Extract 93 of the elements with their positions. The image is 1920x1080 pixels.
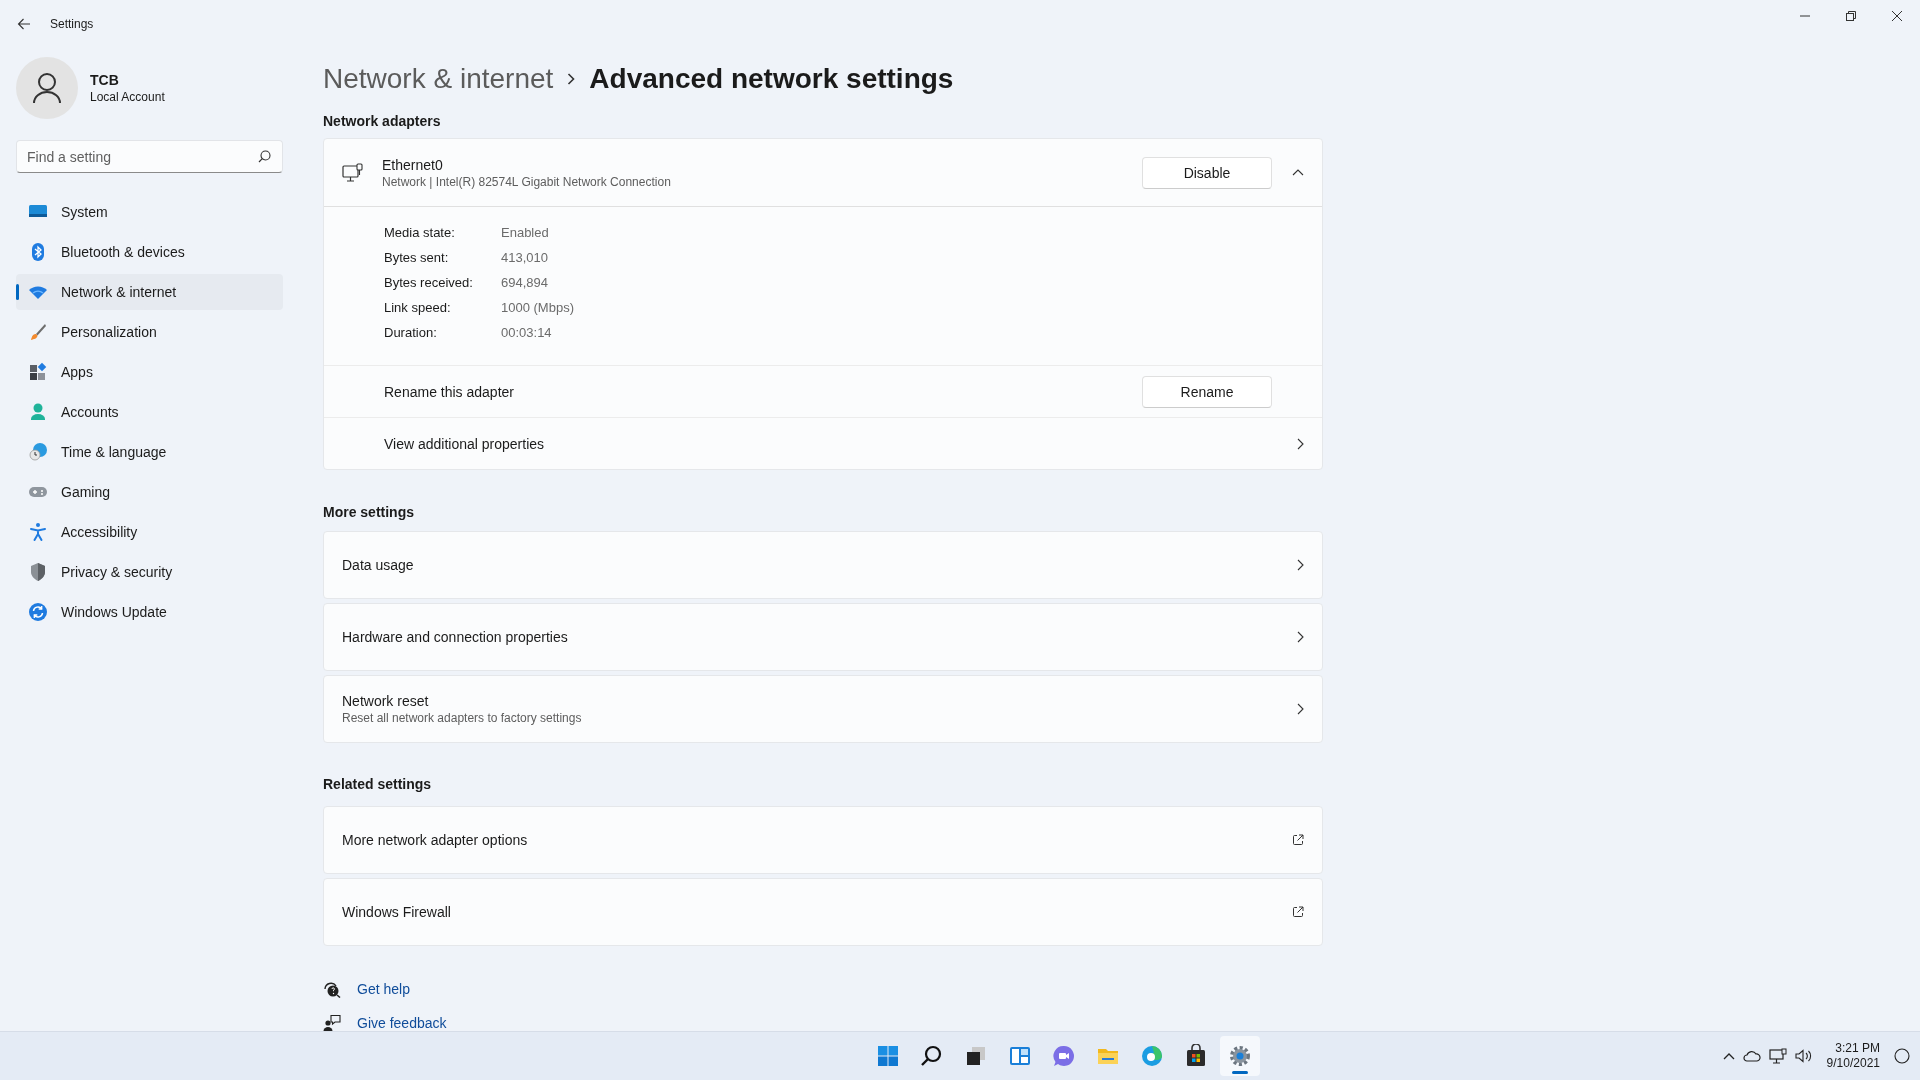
chevron-right-icon bbox=[567, 73, 576, 85]
property-value: 1000 (Mbps) bbox=[501, 300, 574, 315]
store-bag-icon bbox=[1184, 1044, 1208, 1068]
paintbrush-icon bbox=[28, 322, 48, 342]
clock[interactable]: 3:21 PM 9/10/2021 bbox=[1826, 1041, 1880, 1071]
active-indicator bbox=[1232, 1071, 1248, 1074]
network-monitor-icon bbox=[1768, 1048, 1787, 1064]
nav-item[interactable]: Accessibility bbox=[16, 514, 283, 550]
help-link[interactable]: Get help bbox=[357, 981, 410, 997]
person-icon bbox=[28, 402, 48, 422]
nav-item[interactable]: System bbox=[16, 194, 283, 230]
search-icon bbox=[258, 150, 271, 163]
property-value: 694,894 bbox=[501, 275, 548, 290]
nav-item[interactable]: Windows Update bbox=[16, 594, 283, 630]
property-value: 413,010 bbox=[501, 250, 548, 265]
search-field[interactable]: Find a setting bbox=[16, 140, 283, 173]
properties-link-row[interactable]: View additional properties bbox=[324, 417, 1322, 469]
person-icon bbox=[32, 72, 62, 104]
setting-card[interactable]: Data usage bbox=[323, 531, 1323, 599]
nav-item[interactable]: Bluetooth & devices bbox=[16, 234, 283, 270]
accessibility-icon bbox=[28, 522, 48, 542]
notification-moon-button[interactable] bbox=[1894, 1048, 1910, 1064]
feedback-icon bbox=[323, 1014, 341, 1032]
help-headset-icon bbox=[323, 980, 341, 998]
search-icon bbox=[920, 1044, 944, 1068]
nav-item[interactable]: Privacy & security bbox=[16, 554, 283, 590]
setting-title: Hardware and connection properties bbox=[342, 629, 569, 645]
sync-icon bbox=[28, 602, 48, 622]
shield-icon bbox=[28, 562, 48, 582]
speaker-icon bbox=[1794, 1049, 1813, 1063]
setting-card[interactable]: Windows Firewall bbox=[323, 878, 1323, 946]
task-view-icon bbox=[964, 1044, 988, 1068]
section-heading: More settings bbox=[323, 503, 415, 522]
property-label: Duration: bbox=[384, 325, 437, 340]
rename-button[interactable]: Rename bbox=[1142, 375, 1272, 408]
property-value: Enabled bbox=[501, 225, 549, 240]
chat-video-icon bbox=[1052, 1044, 1076, 1068]
property-label: Link speed: bbox=[384, 300, 451, 315]
setting-card[interactable]: Network reset Reset all network adapters to factory settings bbox=[323, 675, 1323, 743]
close-icon bbox=[1892, 11, 1902, 21]
restore-icon bbox=[1846, 11, 1856, 21]
chevron-up-icon bbox=[1722, 1052, 1735, 1060]
clock-globe-icon bbox=[28, 442, 48, 462]
ethernet-monitor-icon bbox=[342, 162, 364, 183]
notification-moon-icon bbox=[1894, 1048, 1910, 1064]
setting-title: Windows Firewall bbox=[342, 904, 452, 920]
property-label: Bytes sent: bbox=[384, 250, 449, 265]
cloud-icon bbox=[1742, 1049, 1761, 1063]
nav-item[interactable]: Time & language bbox=[16, 434, 283, 470]
rename-label: Rename this adapter bbox=[384, 383, 515, 400]
selection-indicator bbox=[16, 284, 19, 300]
setting-description: Reset all network adapters to factory settings bbox=[342, 711, 583, 725]
gear-icon bbox=[1228, 1044, 1252, 1068]
widgets-icon bbox=[1008, 1044, 1032, 1068]
chevron-up-button[interactable] bbox=[1722, 1052, 1735, 1060]
adapter-name: Ethernet0 bbox=[382, 156, 444, 173]
chevron-up-icon bbox=[1292, 169, 1304, 176]
nav-item[interactable]: Personalization bbox=[16, 314, 283, 350]
back-arrow-icon bbox=[17, 18, 31, 30]
nav-item[interactable]: Accounts bbox=[16, 394, 283, 430]
chevron-right-icon bbox=[1297, 703, 1304, 715]
chevron-right-icon bbox=[1297, 437, 1304, 450]
external-link-icon bbox=[1292, 834, 1304, 846]
property-value: 00:03:14 bbox=[501, 325, 552, 340]
apps-icon bbox=[28, 362, 48, 382]
account-name: TCB bbox=[90, 72, 120, 88]
browser-icon bbox=[1140, 1044, 1164, 1068]
adapter-description: Network | Intel(R) 82574L Gigabit Network Connection bbox=[382, 174, 672, 189]
page-title: Advanced network settings bbox=[589, 63, 954, 95]
nav-item[interactable]: Apps bbox=[16, 354, 283, 390]
nav-item[interactable]: Gaming bbox=[16, 474, 283, 510]
setting-card[interactable]: Hardware and connection properties bbox=[323, 603, 1323, 671]
disable-button[interactable]: Disable bbox=[1142, 156, 1272, 189]
setting-title: Network reset bbox=[342, 693, 430, 709]
chevron-right-icon bbox=[1297, 559, 1304, 571]
help-link[interactable]: Give feedback bbox=[357, 1015, 447, 1031]
cloud-button[interactable] bbox=[1742, 1049, 1761, 1063]
setting-title: More network adapter options bbox=[342, 832, 529, 848]
section-heading: Related settings bbox=[323, 775, 433, 794]
external-link-icon bbox=[1292, 906, 1304, 918]
account-type: Local Account bbox=[90, 90, 165, 104]
section-heading: Network adapters bbox=[323, 112, 442, 131]
property-label: Bytes received: bbox=[384, 275, 473, 290]
property-label: Media state: bbox=[384, 225, 455, 240]
setting-title: Data usage bbox=[342, 557, 415, 573]
network-monitor-button[interactable] bbox=[1768, 1048, 1787, 1064]
setting-card[interactable]: More network adapter options bbox=[323, 806, 1323, 874]
breadcrumb-link[interactable]: Network & internet bbox=[323, 63, 554, 95]
window-title: Settings bbox=[50, 17, 95, 31]
nav-item[interactable]: Network & internet bbox=[16, 274, 283, 310]
chevron-right-icon bbox=[1297, 631, 1304, 643]
windows-logo-icon bbox=[876, 1044, 900, 1068]
speaker-button[interactable] bbox=[1794, 1049, 1813, 1063]
